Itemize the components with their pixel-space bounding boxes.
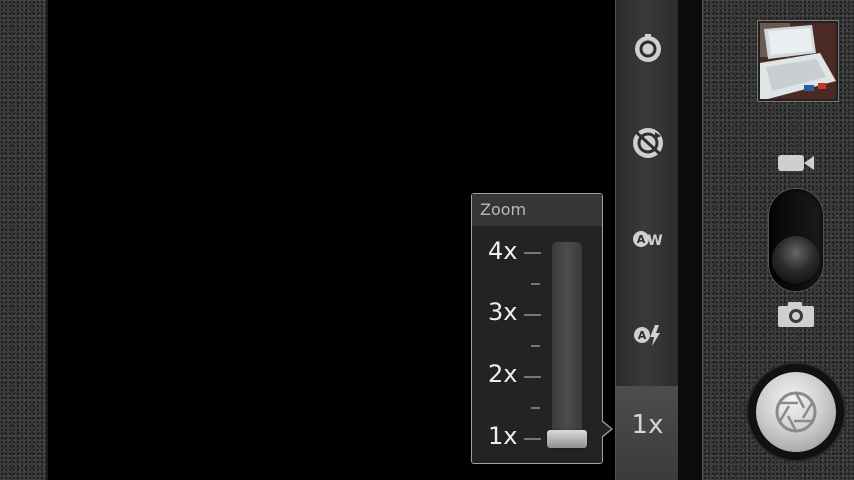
svg-text:A: A: [636, 233, 645, 246]
zoom-level-label: 2x: [488, 360, 518, 388]
zoom-tick-major: [524, 376, 541, 378]
shutter-button[interactable]: [756, 372, 836, 452]
right-divider: [678, 0, 702, 480]
auto-flash-icon: A: [633, 325, 660, 346]
zoom-popup: Zoom 4x 3x 2x 1x: [471, 193, 603, 464]
camera-video-mode-switch[interactable]: [769, 189, 823, 291]
zoom-level-label: 4x: [488, 237, 518, 265]
white-balance-button[interactable]: A W: [616, 219, 679, 259]
rotate-lock-icon: [632, 128, 663, 158]
zoom-tick-major: [524, 438, 541, 440]
flash-mode-button[interactable]: A: [616, 315, 679, 355]
left-side-panel: [0, 0, 46, 480]
zoom-tick-minor: [531, 283, 540, 285]
camera-mode-icon: [777, 300, 815, 332]
video-mode-icon: [776, 152, 816, 178]
zoom-slider-thumb[interactable]: [547, 430, 587, 448]
last-photo-thumbnail[interactable]: [758, 21, 838, 101]
rotation-lock-button[interactable]: [616, 123, 679, 163]
zoom-level-label: 1x: [488, 422, 518, 450]
mode-switch-knob[interactable]: [772, 236, 820, 284]
zoom-slider-track[interactable]: [552, 242, 582, 448]
zoom-tick-minor: [531, 407, 540, 409]
zoom-tick-major: [524, 252, 541, 254]
timer-icon: [634, 34, 661, 62]
zoom-tick-major: [524, 314, 541, 316]
svg-text:A: A: [637, 329, 646, 342]
auto-white-balance-icon: A W: [632, 231, 662, 249]
zoom-popup-title: Zoom: [472, 194, 602, 226]
shutter-button-ring: [748, 364, 844, 460]
photo-thumbnail-image: [760, 23, 836, 99]
svg-text:W: W: [647, 233, 662, 249]
zoom-value: 1x: [631, 410, 664, 440]
settings-bar: A W A 1x: [615, 0, 679, 480]
zoom-level-label: 3x: [488, 298, 518, 326]
timer-setting-button[interactable]: [616, 28, 679, 68]
zoom-tick-minor: [531, 345, 540, 347]
zoom-popup-pointer-fill: [601, 421, 611, 437]
aperture-icon: [775, 391, 817, 433]
